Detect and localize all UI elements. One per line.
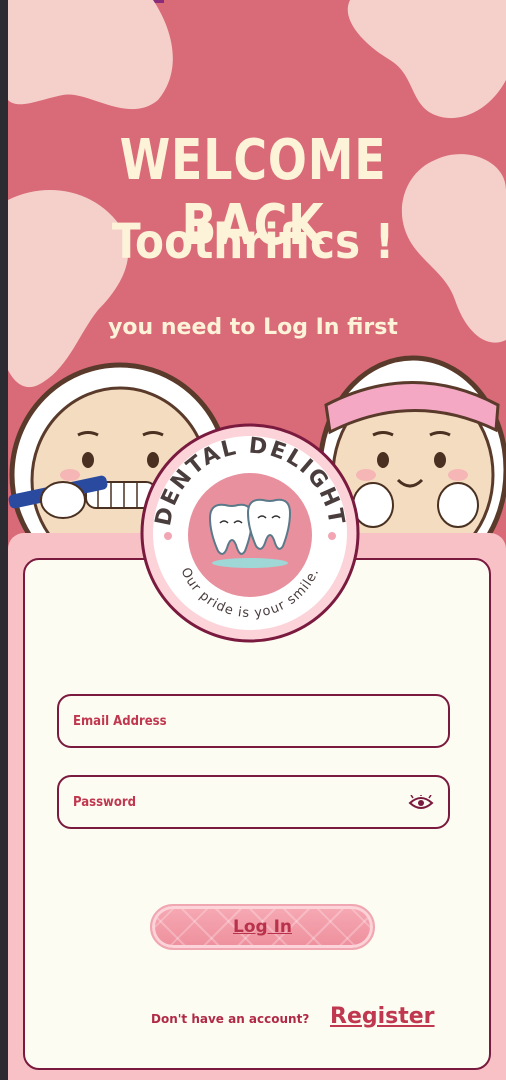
email-field[interactable]: Email Address <box>57 694 450 748</box>
signup-prompt: Don't have an account? <box>151 1012 310 1026</box>
login-subtitle: you need to Log In first <box>108 315 398 340</box>
password-placeholder: Password <box>73 795 137 810</box>
email-placeholder: Email Address <box>73 714 167 729</box>
eye-icon[interactable] <box>408 795 434 811</box>
background-blob-top-left <box>8 0 173 110</box>
password-field[interactable]: Password <box>57 775 450 829</box>
window-edge <box>0 0 8 1080</box>
login-button[interactable]: Log In <box>150 904 375 950</box>
register-link[interactable]: Register <box>330 1004 435 1029</box>
background-blob-top-right <box>347 0 506 119</box>
login-button-label: Log In <box>232 917 293 937</box>
brand-title: Toothrifics ! <box>111 214 395 270</box>
dental-delight-logo: DENTAL DELIGHT Our pride is your smile. <box>140 423 360 643</box>
